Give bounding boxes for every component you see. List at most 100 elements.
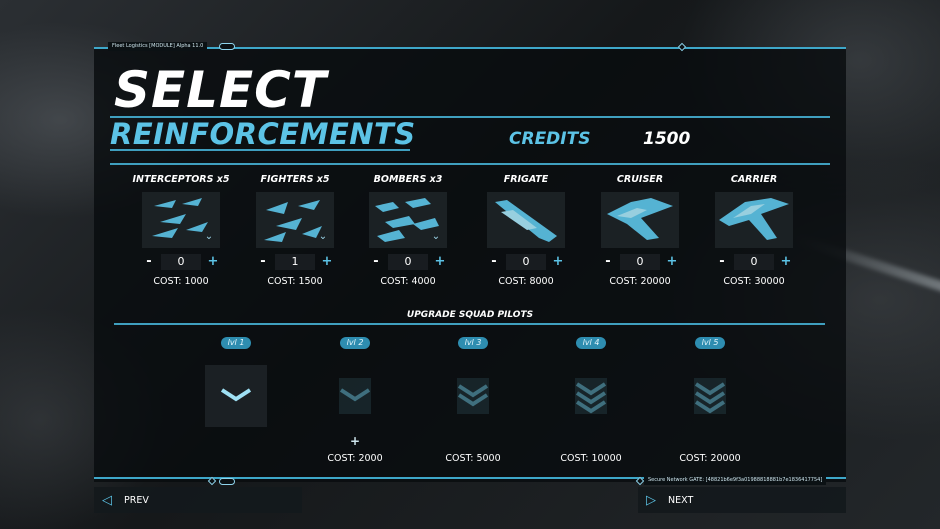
title-top-line: [110, 116, 830, 118]
rank-insignia[interactable]: [442, 365, 504, 427]
title-bottom-line: [110, 149, 410, 151]
ship-name: CRUISER: [616, 174, 664, 185]
increase-button[interactable]: +: [550, 254, 566, 270]
ship-card: FRIGATE -0 + COST: 8000: [466, 172, 586, 288]
ship-name: FIGHTERS x5: [260, 174, 330, 185]
rank-insignia[interactable]: [679, 365, 741, 427]
expand-chevron-icon[interactable]: ⌄: [316, 230, 330, 244]
pilot-level-2[interactable]: lvl 2 + COST: 2000: [305, 337, 405, 465]
ship-image: [487, 192, 565, 248]
rank-insignia-icon: [457, 378, 489, 414]
ship-cost: COST: 1500: [267, 276, 323, 287]
ship-image: [715, 192, 793, 248]
prev-label: PREV: [124, 494, 149, 506]
quantity-stepper: -0 +: [714, 254, 794, 270]
pilot-cost: COST: 5000: [445, 453, 501, 464]
ship-name: FRIGATE: [503, 174, 549, 185]
ship-cost: COST: 1000: [153, 276, 209, 287]
pilot-cost: COST: 10000: [560, 453, 622, 464]
ship-name: BOMBERS x3: [373, 174, 443, 185]
ship-card: FIGHTERS x5 ⌄ -1 + COST: 1500: [235, 172, 355, 288]
next-button[interactable]: ▷ NEXT: [638, 487, 846, 513]
pilot-spacer: [423, 433, 523, 449]
rank-insignia[interactable]: [324, 365, 386, 427]
prev-button[interactable]: ◁ PREV: [94, 487, 302, 513]
title-reinforcements: REINFORCEMENTS: [110, 117, 416, 151]
rank-insignia-icon: [339, 378, 371, 414]
ship-cost: COST: 30000: [723, 276, 785, 287]
ship-image: ⌄: [142, 192, 220, 248]
rank-insignia-icon: [220, 388, 252, 402]
quantity-stepper: -0 +: [486, 254, 566, 270]
increase-button[interactable]: +: [319, 254, 335, 270]
footer-system-text: Secure Network GATE: [48821b6e9f3a019888…: [644, 476, 827, 485]
rank-insignia-icon: [694, 378, 726, 414]
ship-name: INTERCEPTORS x5: [132, 174, 230, 185]
pilot-level-5[interactable]: lvl 5 COST: 20000: [660, 337, 760, 465]
ship-image: ⌄: [256, 192, 334, 248]
triangle-right-icon: ▷: [646, 492, 656, 508]
quantity-value: 0: [734, 254, 774, 270]
ship-image: ⌄: [369, 192, 447, 248]
level-badge: lvl 4: [576, 337, 606, 349]
ship-name: CARRIER: [730, 174, 778, 185]
upgrade-section-title: UPGRADE SQUAD PILOTS: [406, 310, 534, 320]
quantity-stepper: -0 +: [600, 254, 680, 270]
rank-insignia-icon: [575, 378, 607, 414]
quantity-stepper: -0 +: [141, 254, 221, 270]
quantity-value: 0: [161, 254, 201, 270]
quantity-value: 1: [275, 254, 315, 270]
footer-pill-icon: [219, 478, 235, 485]
pilot-spacer: [186, 433, 286, 449]
decrease-button[interactable]: -: [255, 254, 271, 270]
expand-chevron-icon[interactable]: ⌄: [202, 230, 216, 244]
credits-label: CREDITS: [509, 129, 591, 149]
level-badge: lvl 5: [695, 337, 725, 349]
pilot-level-4[interactable]: lvl 4 COST: 10000: [541, 337, 641, 465]
ship-card: INTERCEPTORS x5 ⌄ -0 + COST: 1000: [121, 172, 241, 288]
increase-button[interactable]: +: [432, 254, 448, 270]
level-badge: lvl 2: [340, 337, 370, 349]
ship-image: [601, 192, 679, 248]
header-system-text: Fleet Logistics [MODULE] Alpha 11.0: [108, 42, 208, 51]
title-select: SELECT: [114, 61, 327, 119]
decrease-button[interactable]: -: [714, 254, 730, 270]
decrease-button[interactable]: -: [368, 254, 384, 270]
header-pill-icon: [219, 43, 235, 50]
decrease-button[interactable]: -: [141, 254, 157, 270]
frigate-icon: [495, 200, 557, 242]
pilot-level-3[interactable]: lvl 3 COST: 5000: [423, 337, 523, 465]
pilot-spacer: [660, 433, 760, 449]
expand-chevron-icon[interactable]: ⌄: [429, 230, 443, 244]
decrease-button[interactable]: -: [486, 254, 502, 270]
next-label: NEXT: [668, 494, 694, 506]
cruiser-icon: [607, 198, 673, 240]
quantity-value: 0: [388, 254, 428, 270]
increase-button[interactable]: +: [205, 254, 221, 270]
section-divider-top: [110, 163, 830, 165]
quantity-value: 0: [620, 254, 660, 270]
quantity-value: 0: [506, 254, 546, 270]
pilot-level-1: lvl 1: [186, 337, 286, 453]
level-badge: lvl 1: [221, 337, 251, 349]
carrier-icon: [719, 198, 789, 240]
ship-card: CARRIER -0 + COST: 30000: [694, 172, 814, 288]
triangle-left-icon: ◁: [102, 492, 112, 508]
increase-button[interactable]: +: [778, 254, 794, 270]
pilot-cost: COST: 2000: [327, 453, 383, 464]
pilot-spacer: [541, 433, 641, 449]
upgrade-plus-button[interactable]: +: [305, 433, 405, 449]
increase-button[interactable]: +: [664, 254, 680, 270]
credits-value: 1500: [643, 129, 691, 149]
pilot-cost: COST: 20000: [679, 453, 741, 464]
ship-card: CRUISER -0 + COST: 20000: [580, 172, 700, 288]
ship-cost: COST: 20000: [609, 276, 671, 287]
quantity-stepper: -1 +: [255, 254, 335, 270]
level-badge: lvl 3: [458, 337, 488, 349]
decrease-button[interactable]: -: [600, 254, 616, 270]
rank-insignia: [205, 365, 267, 427]
ship-cost: COST: 4000: [380, 276, 436, 287]
rank-insignia[interactable]: [560, 365, 622, 427]
ship-card: BOMBERS x3 ⌄ -0 + COST: 4000: [348, 172, 468, 288]
ship-cost: COST: 8000: [498, 276, 554, 287]
